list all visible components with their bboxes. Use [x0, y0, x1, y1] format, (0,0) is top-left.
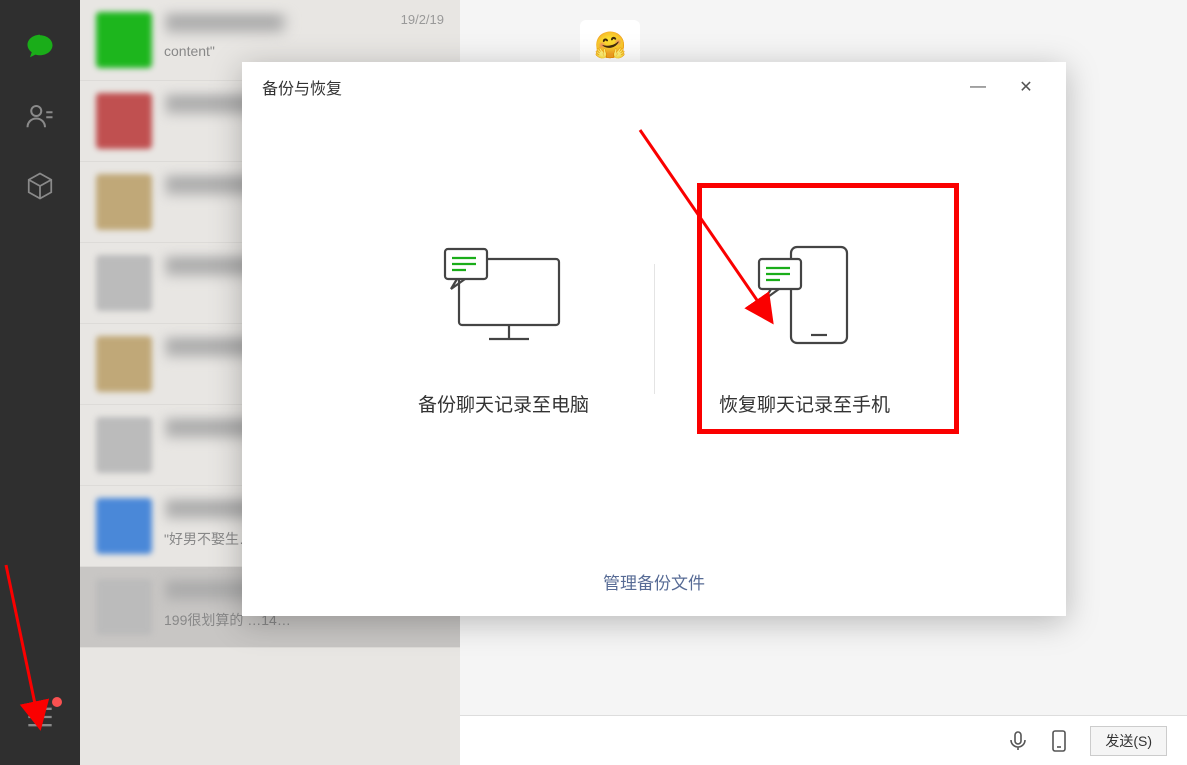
- computer-chat-icon: [439, 241, 569, 356]
- menu-icon[interactable]: [22, 699, 58, 735]
- modal-header: 备份与恢复 — ✕: [242, 62, 1066, 112]
- clip-icon[interactable]: [1048, 729, 1072, 753]
- box-icon[interactable]: [22, 168, 58, 204]
- manage-backup-link[interactable]: 管理备份文件: [603, 569, 705, 594]
- avatar: [96, 498, 152, 554]
- avatar: [96, 417, 152, 473]
- avatar: [96, 93, 152, 149]
- contacts-icon[interactable]: [22, 98, 58, 134]
- close-button[interactable]: ✕: [1006, 73, 1046, 101]
- avatar: [96, 174, 152, 230]
- avatar: [96, 12, 152, 68]
- avatar: [96, 579, 152, 635]
- avatar: [96, 336, 152, 392]
- phone-chat-icon: [745, 241, 865, 356]
- backup-restore-modal: 备份与恢复 — ✕ 备份聊天记录至电脑: [242, 62, 1066, 616]
- nav-sidebar: [0, 0, 80, 765]
- send-button[interactable]: 发送(S): [1090, 726, 1167, 756]
- avatar: [96, 255, 152, 311]
- voice-icon[interactable]: [1006, 729, 1030, 753]
- minimize-button[interactable]: —: [958, 73, 998, 101]
- modal-title: 备份与恢复: [262, 75, 342, 99]
- input-bar: 发送(S): [460, 715, 1187, 765]
- backup-to-computer-option[interactable]: 备份聊天记录至电脑: [354, 189, 654, 469]
- restore-label: 恢复聊天记录至手机: [719, 390, 890, 417]
- chat-icon[interactable]: [22, 28, 58, 64]
- restore-to-phone-option[interactable]: 恢复聊天记录至手机: [655, 189, 955, 469]
- chat-time: 19/2/19: [401, 12, 444, 27]
- chat-preview: content": [164, 43, 444, 59]
- backup-label: 备份聊天记录至电脑: [418, 390, 589, 417]
- notification-dot: [52, 697, 62, 707]
